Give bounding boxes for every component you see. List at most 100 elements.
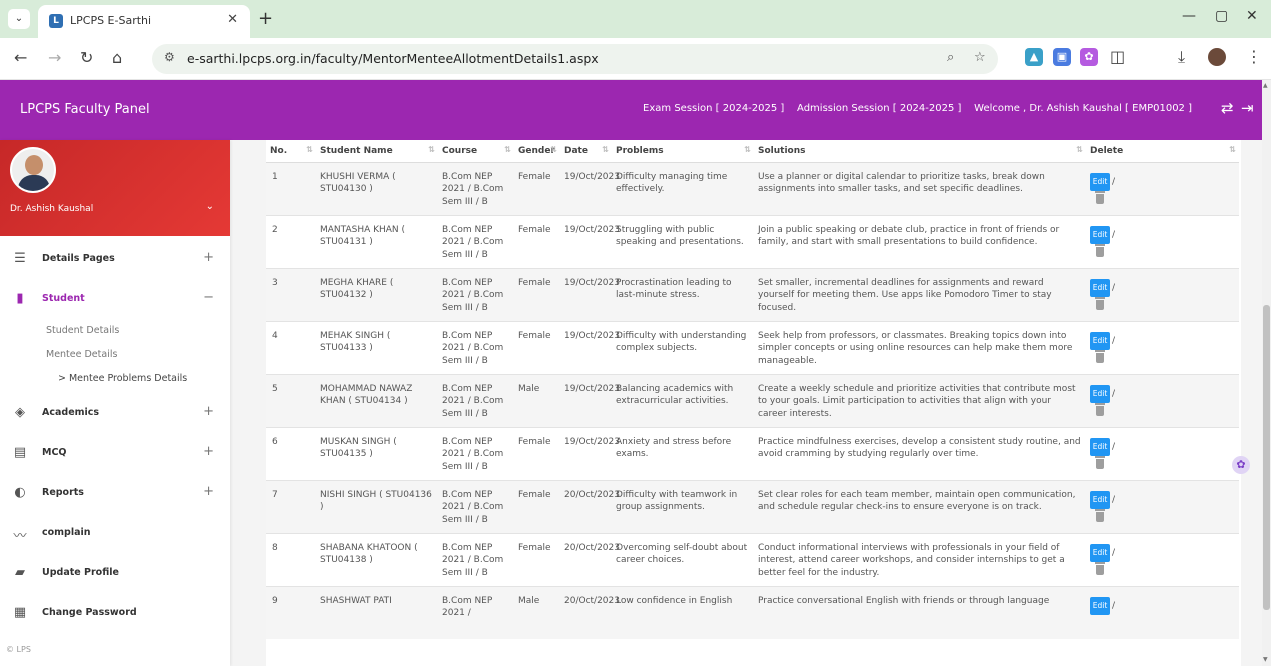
reload-icon[interactable]: ↻ [80, 48, 93, 67]
trash-icon[interactable] [1095, 561, 1105, 575]
switch-arrows-icon[interactable]: ⇄ [1221, 99, 1234, 117]
address-bar[interactable]: ⚙ e-sarthi.lpcps.org.in/faculty/MentorMe… [152, 44, 998, 74]
edit-button[interactable]: Edit [1090, 278, 1110, 297]
edit-button[interactable]: Edit [1090, 225, 1110, 244]
app-header: LPCPS Faculty Panel Exam Session [ 2024-… [0, 80, 1262, 140]
extension-icon[interactable]: ▲ [1025, 48, 1043, 66]
cell-date: 19/Oct/2023 [560, 267, 620, 321]
trash-icon[interactable] [1095, 508, 1105, 522]
cell-no: 5 [266, 373, 316, 427]
bookmark-star-icon[interactable]: ☆ [974, 50, 986, 65]
home-icon[interactable]: ⌂ [112, 48, 122, 67]
sidebar-item-complain[interactable]: 〰 complain [0, 518, 230, 548]
download-icon[interactable]: ⤓ [1178, 47, 1185, 67]
edit-button[interactable]: Edit [1090, 172, 1110, 191]
trash-icon[interactable] [1095, 349, 1105, 363]
expand-plus-icon[interactable]: + [203, 484, 214, 499]
cell-actions: Edit / [1086, 585, 1239, 639]
col-header-solutions[interactable]: Solutions ⇅ [754, 140, 1086, 163]
site-info-icon[interactable]: ⚙ [164, 50, 175, 64]
collapse-minus-icon[interactable]: − [203, 290, 214, 305]
cell-date: 19/Oct/2023 [560, 426, 620, 480]
cell-course: B.Com NEP 2021 / B.Com Sem III / B [438, 532, 514, 586]
edit-button[interactable]: Edit [1090, 331, 1110, 350]
col-header-date[interactable]: Date ⇅ [560, 140, 612, 163]
table-header-row: No. ⇅ Student Name ⇅ Course ⇅ Gender ⇅ Date ⇅… [266, 140, 1239, 163]
sidebar-item-change-password[interactable]: ▦ Change Password [0, 598, 230, 628]
cell-no: 2 [266, 214, 316, 268]
chevron-down-icon[interactable]: ⌄ [206, 201, 214, 212]
sort-icon: ⇅ [550, 145, 557, 154]
edit-button[interactable]: Edit [1090, 490, 1110, 509]
window-close-icon[interactable]: ✕ [1246, 8, 1258, 24]
cell-student-name: SHABANA KHATOON ( STU04138 ) [316, 532, 438, 586]
sidebar-item-mcq[interactable]: ▤ MCQ + [0, 438, 230, 468]
welcome-text: Welcome , Dr. Ashish Kaushal [ EMP01002 … [974, 103, 1192, 114]
scroll-down-icon[interactable]: ▼ [1263, 656, 1268, 663]
browser-menu-icon[interactable]: ⋮ [1246, 47, 1262, 66]
extensions-puzzle-icon[interactable]: ◫ [1110, 47, 1125, 66]
col-header-gender[interactable]: Gender ⇅ [514, 140, 560, 163]
zoom-icon[interactable]: ⌕ [947, 50, 954, 65]
trash-icon[interactable] [1095, 243, 1105, 257]
page-scrollbar[interactable]: ▲ ▼ [1262, 80, 1271, 666]
col-header-problems[interactable]: Problems ⇅ [612, 140, 754, 163]
edit-button[interactable]: Edit [1090, 437, 1110, 456]
cell-date: 20/Oct/2023 [560, 479, 620, 533]
trash-icon[interactable] [1095, 190, 1105, 204]
expand-plus-icon[interactable]: + [203, 444, 214, 459]
sidebar-item-details-pages[interactable]: ☰ Details Pages + [0, 244, 230, 274]
cell-course: B.Com NEP 2021 / B.Com Sem III / B [438, 214, 514, 268]
forward-arrow-icon[interactable]: → [48, 48, 61, 67]
col-header-no[interactable]: No. ⇅ [266, 140, 316, 163]
scrollbar-thumb[interactable] [1263, 305, 1270, 610]
col-header-delete[interactable]: Delete ⇅ [1086, 140, 1239, 163]
logout-icon[interactable]: ⇥ [1241, 99, 1254, 117]
cell-no: 8 [266, 532, 316, 586]
new-tab-plus-icon[interactable]: + [258, 8, 273, 29]
url-text[interactable]: e-sarthi.lpcps.org.in/faculty/MentorMent… [187, 51, 599, 66]
sidebar-item-student[interactable]: ▮ Student − [0, 284, 230, 314]
minimize-icon[interactable]: — [1182, 8, 1196, 24]
sidebar-subitem-mentee-problems[interactable]: > Mentee Problems Details [58, 373, 187, 384]
browser-tab[interactable]: L LPCPS E-Sarthi ✕ [38, 5, 250, 38]
cell-no: 7 [266, 479, 316, 533]
cell-problem: Procrastination leading to last-minute s… [612, 267, 754, 321]
extension-icon[interactable]: ✿ [1080, 48, 1098, 66]
floating-assistant-icon[interactable]: ✿ [1232, 456, 1250, 474]
sidebar-item-academics[interactable]: ◈ Academics + [0, 398, 230, 428]
tab-search-chevron-icon[interactable]: ⌄ [8, 9, 30, 29]
trash-icon[interactable] [1095, 455, 1105, 469]
sidebar-subitem-student-details[interactable]: Student Details [46, 325, 119, 336]
col-header-student-name[interactable]: Student Name ⇅ [316, 140, 438, 163]
sidebar-item-reports[interactable]: ◐ Reports + [0, 478, 230, 508]
edit-button[interactable]: Edit [1090, 596, 1110, 615]
sidebar-subitem-mentee-details[interactable]: Mentee Details [46, 349, 117, 360]
col-header-course[interactable]: Course ⇅ [438, 140, 514, 163]
edit-button[interactable]: Edit [1090, 384, 1110, 403]
sidebar-item-update-profile[interactable]: ▰ Update Profile [0, 558, 230, 588]
profile-avatar-icon[interactable] [1208, 48, 1226, 66]
cell-actions: Edit / [1086, 532, 1239, 586]
edit-button[interactable]: Edit [1090, 543, 1110, 562]
cell-problem: Anxiety and stress before exams. [612, 426, 754, 480]
expand-plus-icon[interactable]: + [203, 250, 214, 265]
cell-date: 20/Oct/2023 [560, 585, 620, 639]
trash-icon[interactable] [1095, 402, 1105, 416]
restore-icon[interactable]: ▢ [1215, 8, 1228, 24]
cell-student-name: MUSKAN SINGH ( STU04135 ) [316, 426, 438, 480]
cell-course: B.Com NEP 2021 / B.Com Sem III / B [438, 267, 514, 321]
trash-icon[interactable] [1095, 296, 1105, 310]
sidebar-item-label: Academics [42, 407, 100, 418]
cell-actions: Edit / [1086, 479, 1239, 533]
extension-icon[interactable]: ▣ [1053, 48, 1071, 66]
tab-close-icon[interactable]: ✕ [227, 12, 238, 27]
cell-solution: Create a weekly schedule and prioritize … [754, 373, 1086, 427]
profile-panel[interactable]: Dr. Ashish Kaushal ⌄ [0, 140, 230, 236]
sidebar-footer: © LPS [6, 645, 31, 654]
sidebar-item-label: Student [42, 293, 85, 304]
expand-plus-icon[interactable]: + [203, 404, 214, 419]
back-arrow-icon[interactable]: ← [14, 48, 27, 67]
scroll-up-icon[interactable]: ▲ [1263, 82, 1268, 89]
cell-date: 20/Oct/2023 [560, 532, 620, 586]
